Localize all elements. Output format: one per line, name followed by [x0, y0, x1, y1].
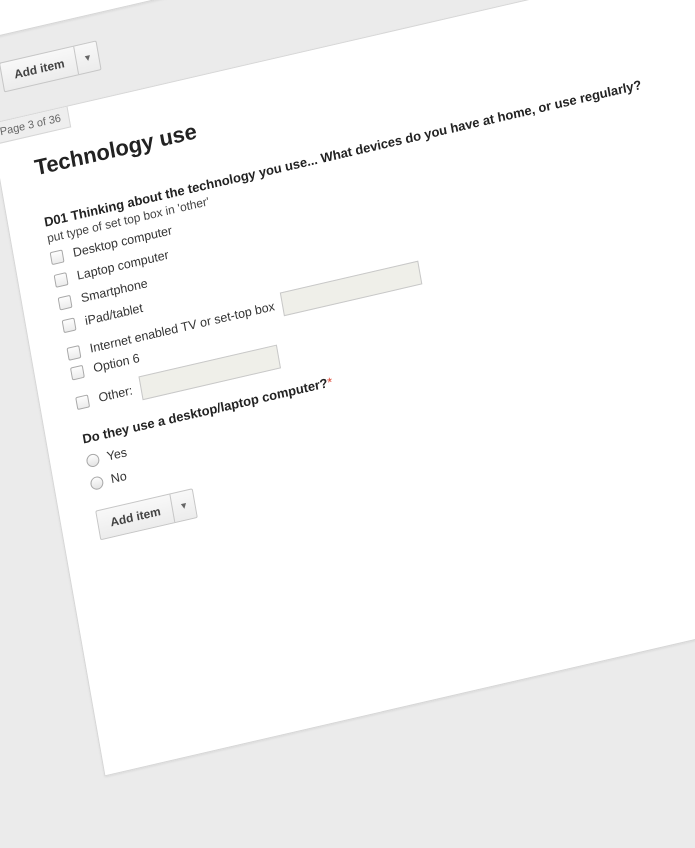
dropdown-arrow-icon[interactable]: ▼ [75, 42, 101, 75]
checkbox[interactable] [57, 294, 73, 311]
add-item-button-top[interactable]: Add item ▼ [0, 40, 102, 93]
option-label: Yes [105, 445, 129, 464]
option-label: iPad/tablet [83, 300, 144, 329]
dropdown-arrow-icon[interactable]: ▼ [171, 489, 197, 522]
checkbox[interactable] [61, 316, 77, 333]
option-text-box[interactable] [280, 260, 423, 317]
page-indicator: Page 3 of 36 [0, 106, 72, 146]
option-label: No [109, 468, 128, 487]
radio-button[interactable] [85, 452, 101, 468]
checkbox[interactable] [49, 248, 65, 265]
required-asterisk: * [326, 374, 334, 391]
option-no[interactable]: No [89, 468, 128, 491]
checkbox[interactable] [66, 344, 82, 361]
checkbox[interactable] [53, 271, 69, 288]
option-yes[interactable]: Yes [85, 445, 128, 468]
option-label: Other: [97, 383, 134, 405]
checkbox[interactable] [75, 393, 91, 410]
radio-button[interactable] [89, 474, 105, 491]
checkbox[interactable] [69, 364, 85, 381]
form-editor-canvas: Add item ▼ Page 3 of 36 Technology use D… [0, 0, 695, 848]
add-item-label[interactable]: Add item [96, 494, 176, 540]
add-item-button-bottom[interactable]: Add item ▼ [95, 488, 199, 541]
page-card: Page 3 of 36 Technology use D01 Thinking… [0, 0, 695, 777]
add-item-label[interactable]: Add item [0, 46, 80, 92]
